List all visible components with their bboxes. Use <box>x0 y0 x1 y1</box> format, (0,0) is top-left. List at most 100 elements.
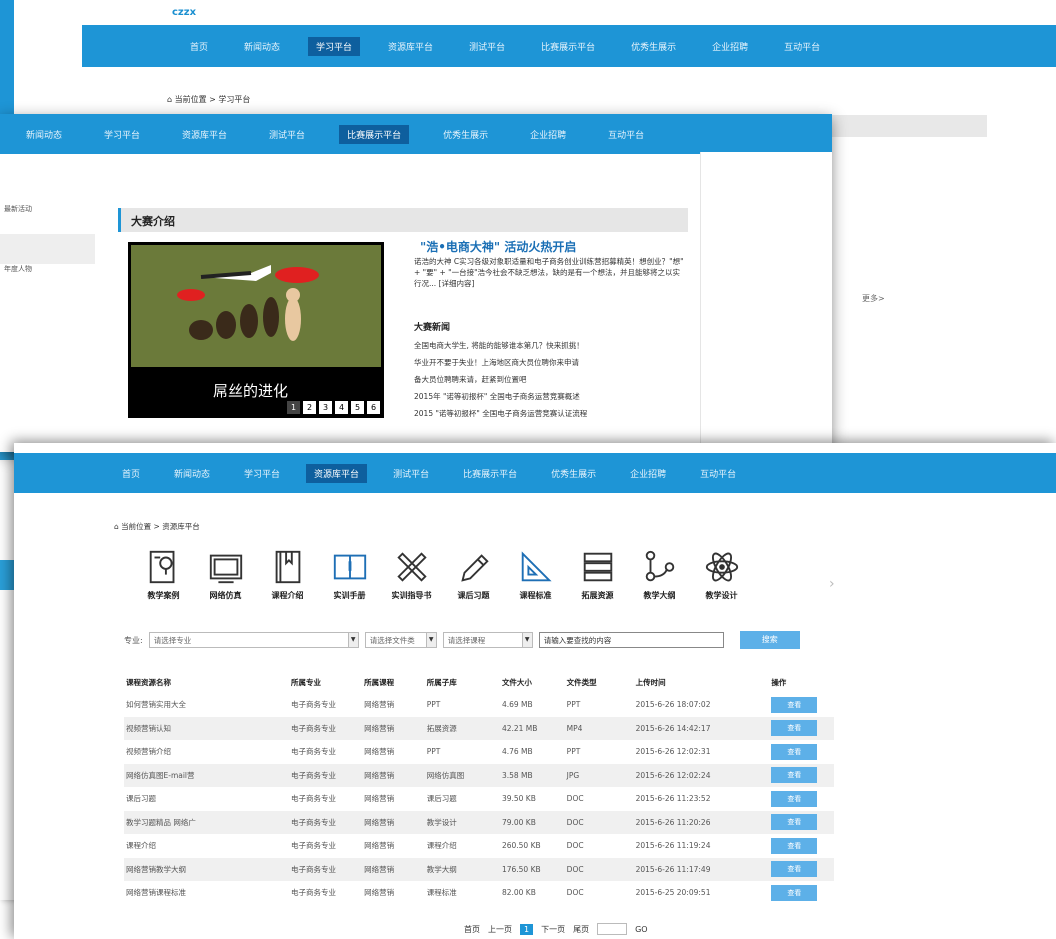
view-button[interactable]: 查看 <box>771 814 818 831</box>
next-page-link[interactable]: 下一页 <box>541 924 565 935</box>
nav-item[interactable]: 首页 <box>182 37 216 56</box>
slide-caption: 屌丝的进化 <box>213 382 289 400</box>
slide-page-button[interactable]: 2 <box>303 401 316 414</box>
table-cell: 网络仿真图E-mail营 <box>124 763 292 787</box>
stack-icon <box>583 552 612 582</box>
column-header: 所属子库 <box>426 677 457 687</box>
prev-page-link[interactable]: 上一页 <box>488 924 512 935</box>
category-exercises[interactable]: 课后习题 <box>444 548 503 601</box>
pencil-icon <box>460 554 489 582</box>
filetype-select[interactable]: 请选择文件类 ▼ <box>364 632 437 648</box>
nav-item[interactable]: 优秀生展示 <box>623 37 684 56</box>
nav-item[interactable]: 首页 <box>114 464 148 483</box>
view-button[interactable]: 查看 <box>771 720 818 737</box>
side-item[interactable]: 最新活动 <box>0 204 95 234</box>
news-item[interactable]: 2015 "诺等初报杯" 全国电子商务运营竞赛认证流程 <box>414 408 587 425</box>
nav-item[interactable]: 资源库平台 <box>306 463 368 483</box>
nav-item[interactable]: 资源库平台 <box>380 37 441 56</box>
news-list: 全国电商大学生, 将能的能够谁本第几？快来抓挑！ 华业开不要于失业！上海地区商大… <box>414 340 587 425</box>
slide-page-button[interactable]: 5 <box>351 401 364 414</box>
view-button[interactable]: 查看 <box>771 743 818 760</box>
category-teaching-cases[interactable]: 教学案例 <box>134 548 193 601</box>
table-cell: 电子商务专业 <box>291 841 337 851</box>
go-button[interactable]: GO <box>635 925 648 934</box>
category-guide[interactable]: 实训指导书 <box>382 548 441 601</box>
category-syllabus[interactable]: 教学大纲 <box>630 548 689 601</box>
news-item[interactable]: 全国电商大学生, 将能的能够谁本第几？快来抓挑！ <box>414 340 587 357</box>
table-cell: 拓展资源 <box>426 716 502 740</box>
view-button[interactable]: 查看 <box>771 837 818 854</box>
nav-item[interactable]: 企业招聘 <box>704 37 756 56</box>
nav-item[interactable]: 比赛展示平台 <box>455 464 525 483</box>
chevron-right-icon[interactable]: › <box>829 576 835 592</box>
nav-item[interactable]: 企业招聘 <box>622 464 674 483</box>
nav-item[interactable]: 互动平台 <box>692 464 744 483</box>
nav-item[interactable]: 测试平台 <box>261 125 313 144</box>
category-extended[interactable]: 拓展资源 <box>568 548 627 601</box>
category-manual[interactable]: 实训手册 <box>320 548 379 601</box>
banner-slideshow[interactable]: 屌丝的进化 123456 <box>128 242 384 418</box>
nav-item[interactable]: 测试平台 <box>461 37 513 56</box>
side-item[interactable] <box>0 234 95 264</box>
nav-item[interactable]: 新闻动态 <box>166 464 218 483</box>
table-cell: 查看 <box>771 740 834 764</box>
category-course-intro[interactable]: 课程介绍 <box>258 548 317 601</box>
event-headline[interactable]: "浩•电商大神" 活动火热开启 <box>420 238 576 255</box>
site-logo[interactable]: czzx <box>172 7 196 18</box>
major-select[interactable]: 请选择专业 ▼ <box>148 632 359 648</box>
view-button[interactable]: 查看 <box>771 696 818 713</box>
table-cell: 查看 <box>771 716 834 740</box>
table-cell: 82.00 KB <box>501 888 536 898</box>
table-cell: 课后习题 <box>426 794 457 804</box>
current-page[interactable]: 1 <box>520 923 534 935</box>
table-cell: 课后习题 <box>126 794 156 804</box>
nav-item[interactable]: 学习平台 <box>96 125 148 144</box>
nav-item[interactable]: 学习平台 <box>308 36 361 56</box>
nav-item[interactable]: 测试平台 <box>385 464 437 483</box>
course-select[interactable]: 请选择课程 ▼ <box>442 632 533 648</box>
more-link[interactable]: 更多> <box>862 293 885 304</box>
view-button[interactable]: 查看 <box>771 767 818 784</box>
nav-item[interactable]: 学习平台 <box>236 464 288 483</box>
page-jump-input[interactable] <box>597 923 628 935</box>
table-cell: DOC <box>566 888 584 898</box>
table-cell: 课程标准 <box>426 888 457 898</box>
table-cell: DOC <box>566 841 584 851</box>
nav-item[interactable]: 企业招聘 <box>522 125 574 144</box>
news-item[interactable]: 华业开不要于失业！上海地区商大员位聘你来申请 <box>414 357 587 374</box>
table-cell: 2015-6-26 18:07:02 <box>635 700 711 710</box>
news-item[interactable]: 备大员位聘聘来请，赶紧到位置吧 <box>414 374 587 391</box>
slide-page-button[interactable]: 3 <box>319 401 332 414</box>
news-item[interactable]: 2015年 "诺等初报杯" 全国电子商务运营竞赛概述 <box>414 391 587 408</box>
table-cell: 教学设计 <box>426 810 502 834</box>
major-label: 专业: <box>124 635 143 645</box>
search-input[interactable]: 请输入要查找的内容 <box>538 632 724 648</box>
nav-item[interactable]: 资源库平台 <box>174 125 235 144</box>
view-button[interactable]: 查看 <box>771 790 818 807</box>
nav-item[interactable]: 优秀生展示 <box>543 464 604 483</box>
lightbulb-doc-icon <box>149 550 174 584</box>
nav-item[interactable]: 互动平台 <box>776 37 828 56</box>
table-row: 网络营销教学大纲 电子商务专业 网络营销 教学大纲 176.50 KB DOC 2015-6… <box>124 857 834 881</box>
nav-item[interactable]: 互动平台 <box>600 125 652 144</box>
first-page-link[interactable]: 首页 <box>464 924 480 935</box>
category-standard[interactable]: 课程标准 <box>506 548 565 601</box>
table-row: 网络仿真图E-mail营 电子商务专业 网络营销 网络仿真图 3.58 MB JPG 201… <box>124 763 834 787</box>
nav-item[interactable]: 比赛展示平台 <box>533 37 603 56</box>
view-button[interactable]: 查看 <box>771 884 818 901</box>
category-design[interactable]: 教学设计 <box>692 548 751 601</box>
category-network-sim[interactable]: 网络仿真 <box>196 548 255 601</box>
nav-item[interactable]: 比赛展示平台 <box>339 124 410 144</box>
slide-page-button[interactable]: 1 <box>287 401 300 414</box>
side-item[interactable]: 年度人物 <box>0 264 95 294</box>
nav-item[interactable]: 新闻动态 <box>236 37 288 56</box>
slide-page-button[interactable]: 6 <box>367 401 380 414</box>
table-cell: 网络营销 <box>364 841 395 851</box>
nav-item[interactable]: 新闻动态 <box>18 125 70 144</box>
search-button[interactable]: 搜索 <box>739 631 800 649</box>
nav-item[interactable]: 优秀生展示 <box>435 125 496 144</box>
last-page-link[interactable]: 尾页 <box>573 924 589 935</box>
slide-page-button[interactable]: 4 <box>335 401 348 414</box>
view-button[interactable]: 查看 <box>771 861 818 878</box>
pagination: 首页 上一页 1 下一页 尾页 GO <box>464 923 648 935</box>
